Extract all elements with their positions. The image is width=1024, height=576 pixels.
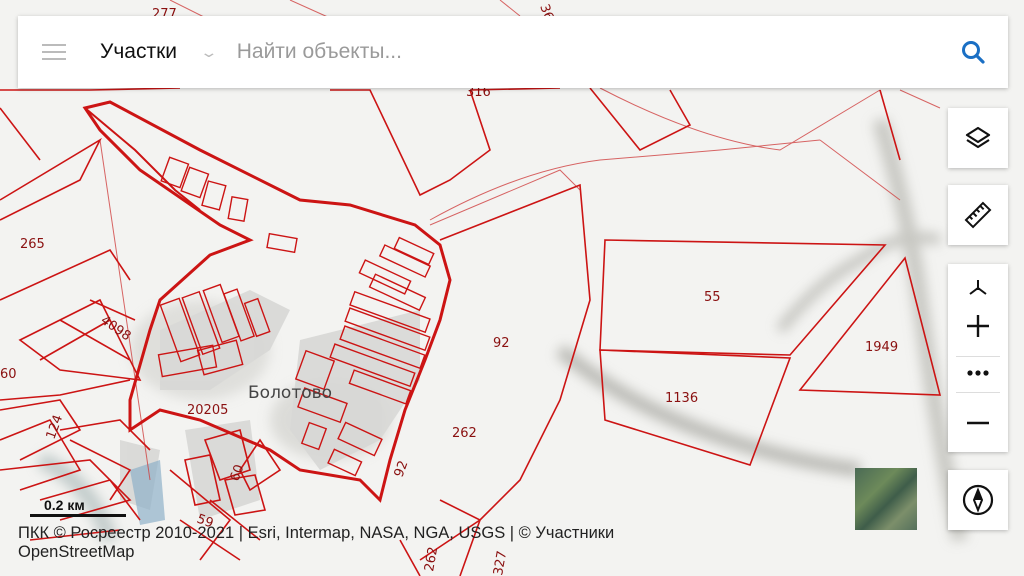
zoom-controls [948,264,1008,452]
zoom-in-button[interactable] [948,306,1008,346]
parcel-label[interactable]: 1136 [665,391,698,406]
search-bar: Участки ⌄ [18,16,1008,88]
attribution-text[interactable]: ПКК © Росреестр 2010-2021 | Esri, Interm… [18,524,708,562]
measure-button[interactable] [948,185,1008,245]
more-dots-icon [967,370,989,376]
parcel-label[interactable]: 60 [0,367,17,382]
plus-icon [967,315,989,337]
parcel-label[interactable]: 262 [452,426,477,441]
compass-button[interactable] [948,470,1008,530]
search-icon [962,41,985,64]
compass-icon [962,484,994,516]
location-icon [969,280,987,295]
place-name-label: Болотово [248,383,332,403]
location-button[interactable] [948,272,1008,302]
chevron-down-icon[interactable]: ⌄ [199,44,218,61]
category-select[interactable]: Участки [100,40,177,64]
scale-label: 0.2 км [44,497,85,513]
parcel-label[interactable]: 92 [493,336,510,351]
search-input[interactable] [234,39,938,65]
zoom-out-button[interactable] [948,402,1008,444]
parcel-label[interactable]: 265 [20,237,45,252]
minus-icon [967,421,989,425]
hamburger-menu-icon [42,51,66,53]
layers-button[interactable] [948,108,1008,168]
parcel-label[interactable]: 1949 [865,340,898,355]
more-button[interactable] [948,358,1008,388]
scale-line [30,514,126,517]
parcel-label[interactable]: 55 [704,290,721,305]
parcel-label[interactable]: 20205 [187,403,228,418]
ruler-icon [964,201,992,229]
menu-button[interactable] [18,16,90,88]
layers-icon [965,126,991,149]
search-button[interactable] [938,16,1008,88]
basemap-switcher[interactable] [855,468,917,530]
